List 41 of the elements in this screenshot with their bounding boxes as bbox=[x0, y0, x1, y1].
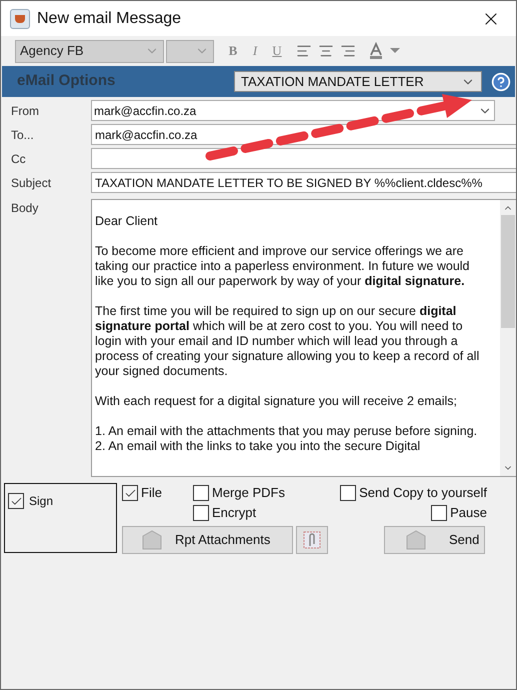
body-paragraph: With each request for a digital signature you will receive 2 emails; bbox=[95, 394, 458, 409]
checkbox[interactable] bbox=[340, 485, 356, 501]
app-icon bbox=[10, 8, 30, 28]
scrollbar[interactable] bbox=[500, 200, 516, 476]
send-button[interactable]: Send bbox=[384, 526, 485, 554]
input-field[interactable]: TAXATION MANDATE LETTER TO BE SIGNED BY %%client.cldesc%% bbox=[91, 172, 516, 193]
checkbox[interactable] bbox=[8, 493, 24, 509]
template-dropdown[interactable]: TAXATION MANDATE LETTER bbox=[234, 71, 482, 92]
checkbox-label: Encrypt bbox=[212, 504, 256, 522]
checkbox-label: Send Copy to yourself bbox=[359, 484, 487, 502]
body-paragraph: To become more efficient and improve our service offerings we are taking our practice into a paperless environment. In future we would like you to sign all our paperwork by way of your digital signature. bbox=[95, 244, 471, 289]
align-center-icon[interactable] bbox=[318, 43, 334, 59]
checkbox[interactable] bbox=[122, 485, 138, 501]
checkbox[interactable] bbox=[193, 505, 209, 521]
input-field[interactable]: mark@accfin.co.za bbox=[91, 100, 495, 121]
options-title: eMail Options bbox=[17, 71, 116, 92]
field-label: Subject bbox=[11, 174, 52, 192]
body-paragraph: 1. An email with the attachments that you may peruse before signing. 2. An email with the links to take you into the secure Digital bbox=[95, 424, 478, 454]
field-label: Body bbox=[11, 200, 40, 217]
field-label: To... bbox=[11, 126, 35, 144]
body-paragraph: Dear Client bbox=[95, 214, 159, 229]
font-dropdown[interactable]: Agency FB bbox=[15, 40, 164, 62]
checkbox-label: File bbox=[141, 484, 162, 502]
input-field[interactable] bbox=[91, 148, 516, 169]
window-title: New email Message bbox=[37, 8, 182, 28]
checkbox[interactable] bbox=[431, 505, 448, 521]
attach-icon-button[interactable] bbox=[296, 526, 328, 554]
input-field[interactable]: mark@accfin.co.za bbox=[91, 124, 516, 145]
checkbox-label: Pause bbox=[450, 504, 487, 522]
attachments-button[interactable]: Rpt Attachments bbox=[122, 526, 293, 554]
checkbox-label: Merge PDFs bbox=[212, 484, 285, 502]
help-icon[interactable] bbox=[491, 72, 511, 92]
align-left-icon[interactable] bbox=[296, 43, 312, 59]
body-editor[interactable] bbox=[91, 199, 516, 477]
checkbox[interactable] bbox=[193, 485, 209, 501]
body-paragraph: The first time you will be required to sign up on our secure digital signature portal which will be at zero cost to you. You will need to login with your email and ID number which will lead you through a process of creating your signature allowing you to keep a record of all your signed documents. bbox=[95, 304, 480, 379]
paperclip-icon bbox=[302, 530, 322, 550]
align-right-icon[interactable] bbox=[340, 43, 356, 59]
field-label: Cc bbox=[11, 150, 27, 168]
checkbox-label: Sign bbox=[29, 493, 54, 510]
field-label: From bbox=[11, 102, 40, 120]
